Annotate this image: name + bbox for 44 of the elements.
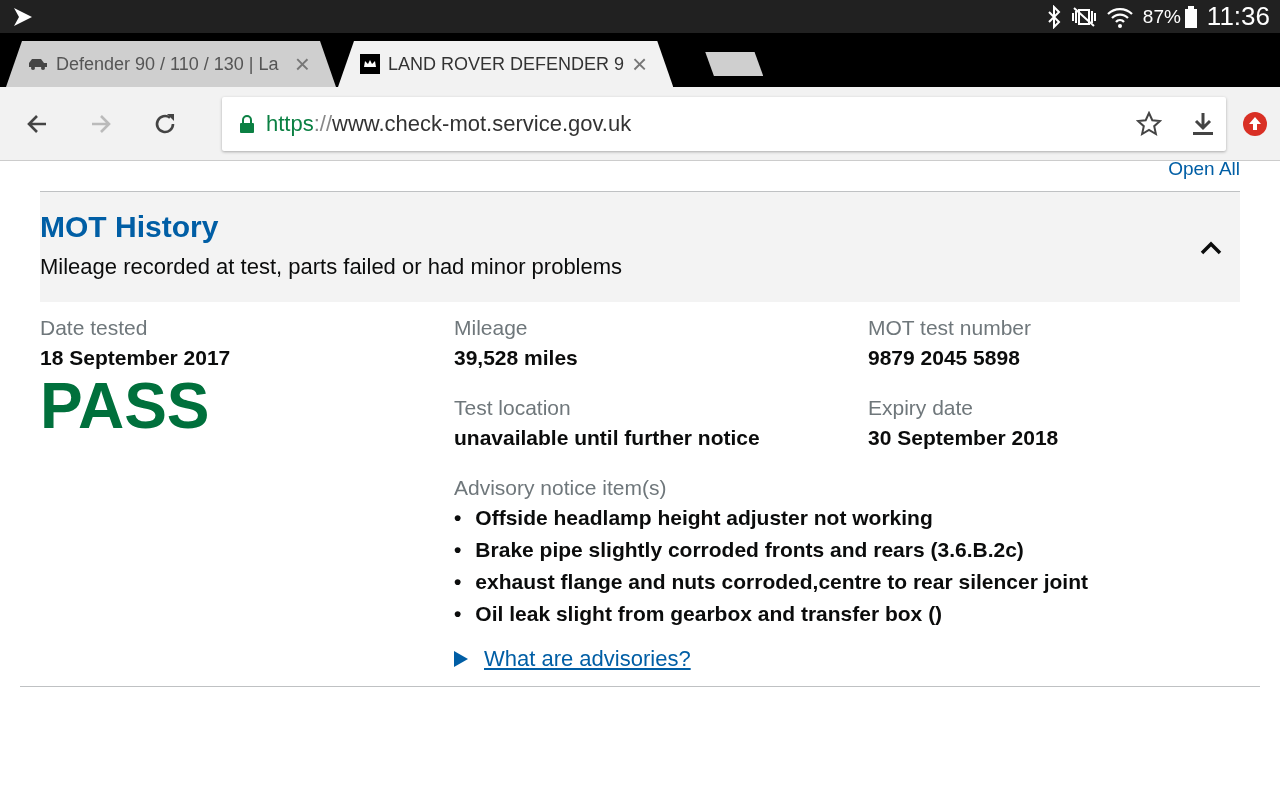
browser-tab[interactable]: Defender 90 / 110 / 130 | La ×: [6, 41, 336, 87]
advisory-item: exhaust flange and nuts corroded,centre to rear silencer joint: [475, 570, 1088, 594]
address-bar[interactable]: https://www.check-mot.service.gov.uk: [222, 96, 1226, 151]
play-store-icon: [12, 6, 34, 27]
bullet: •: [454, 538, 462, 562]
advisory-label: Advisory notice item(s): [454, 476, 668, 500]
advisory-item: Brake pipe slightly corroded fronts and rears (3.6.B.2c): [475, 538, 1024, 562]
browser-tab[interactable]: LAND ROVER DEFENDER 9 ×: [338, 41, 674, 87]
wifi-icon: [1106, 5, 1133, 28]
battery-percent: 87%: [1142, 5, 1181, 28]
advisories-link[interactable]: What are advisories?: [484, 646, 691, 672]
update-icon[interactable]: [1242, 110, 1268, 137]
advisory-item: Oil leak slight from gearbox and transfer box (): [475, 602, 943, 626]
section-subtitle: Mileage recorded at test, parts failed or had minor problems: [40, 254, 624, 280]
crown-icon: [360, 54, 380, 74]
chevron-icon[interactable]: [1200, 240, 1222, 256]
url-text: https://www.check-mot.service.gov.uk: [266, 110, 633, 137]
star-icon[interactable]: [1136, 110, 1162, 137]
disclosure-triangle-icon[interactable]: [454, 651, 468, 667]
bluetooth-icon: [1046, 4, 1061, 29]
field-value: 9879 2045 5898: [868, 346, 1021, 370]
section-title: MOT History: [40, 210, 220, 244]
field-label: MOT test number: [868, 316, 1032, 340]
car-icon: [28, 58, 48, 70]
result-status: PASS: [40, 374, 211, 438]
clock: 11:36: [1206, 1, 1270, 32]
battery-icon: [1184, 5, 1197, 28]
bullet: •: [454, 602, 462, 626]
download-icon[interactable]: [1192, 110, 1214, 137]
field-value: 30 September 2018: [868, 426, 1060, 450]
vibrate-mute-icon: [1070, 6, 1097, 27]
field-label: Test location: [454, 396, 572, 420]
field-label: Date tested: [40, 316, 149, 340]
lock-icon: [240, 114, 254, 133]
bullet: •: [454, 506, 462, 530]
open-all-link[interactable]: Open All: [1168, 158, 1240, 191]
field-value: unavailable until further notice: [454, 426, 761, 450]
bullet: •: [454, 570, 462, 594]
field-value: 18 September 2017: [40, 346, 232, 370]
advisory-item: Offside headlamp height adjuster not working: [475, 506, 933, 530]
field-label: Expiry date: [868, 396, 975, 420]
field-label: Mileage: [454, 316, 529, 340]
field-value: 39,528 miles: [454, 346, 579, 370]
section-header[interactable]: MOT History Mileage recorded at test, parts failed or had minor problems: [40, 192, 1240, 302]
